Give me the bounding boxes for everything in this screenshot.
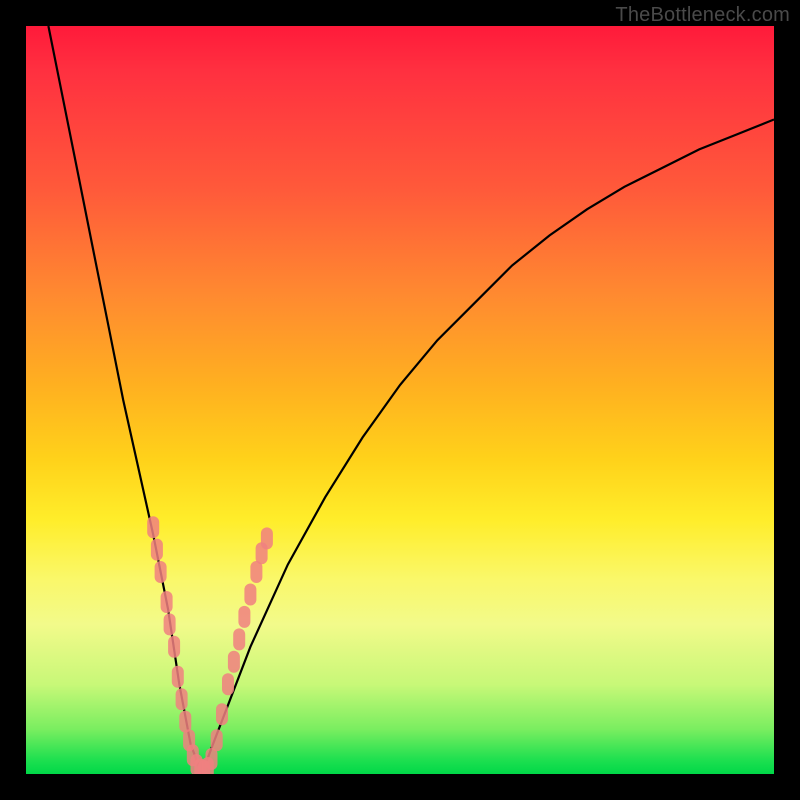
chart-plot-area <box>26 26 774 774</box>
marker-point <box>206 748 218 770</box>
marker-point <box>233 628 245 650</box>
marker-point <box>168 636 180 658</box>
marker-point <box>147 516 159 538</box>
chart-svg <box>26 26 774 774</box>
marker-point <box>155 561 167 583</box>
marker-point <box>244 584 256 606</box>
marker-point <box>179 711 191 733</box>
marker-point <box>261 527 273 549</box>
marker-point <box>216 703 228 725</box>
chart-frame: TheBottleneck.com <box>0 0 800 800</box>
marker-point <box>176 688 188 710</box>
bottleneck-curve-path <box>48 26 774 774</box>
marker-point <box>164 613 176 635</box>
marker-layer <box>147 516 273 774</box>
marker-point <box>228 651 240 673</box>
marker-point <box>238 606 250 628</box>
marker-point <box>250 561 262 583</box>
watermark-text: TheBottleneck.com <box>615 4 790 27</box>
marker-point <box>222 673 234 695</box>
marker-point <box>211 729 223 751</box>
curve-layer <box>48 26 774 774</box>
marker-point <box>172 666 184 688</box>
marker-point <box>151 539 163 561</box>
marker-point <box>161 591 173 613</box>
